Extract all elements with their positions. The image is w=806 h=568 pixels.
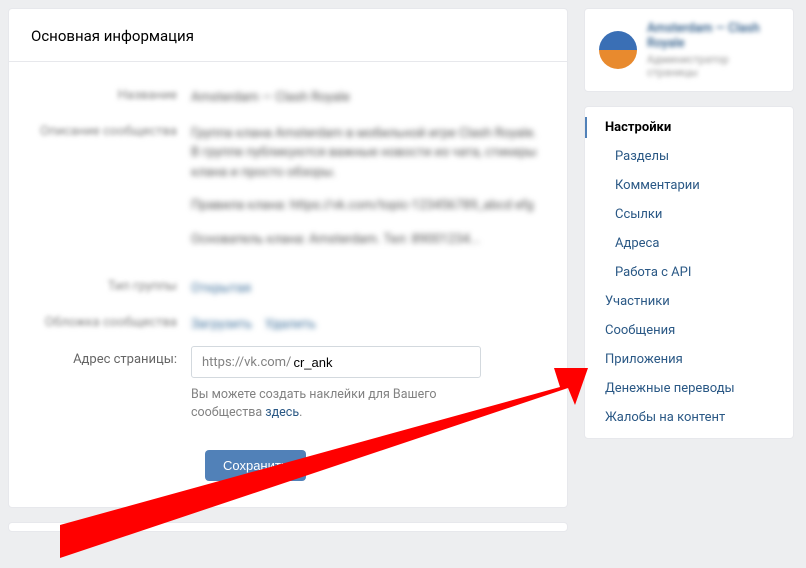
label-cover: Обложка сообщества [31,309,191,330]
value-address: https://vk.com/ Вы можете создать наклей… [191,346,545,422]
nav-settings[interactable]: Настройки [585,113,793,142]
save-button[interactable]: Сохранить [205,450,306,481]
settings-form: Название Amsterdam — Clash Royale Описан… [9,62,567,507]
main-settings-card: Основная информация Название Amsterdam —… [8,8,568,508]
nav-reports[interactable]: Жалобы на контент [585,403,793,432]
label-name: Название [31,82,191,103]
stickers-hint: Вы можете создать наклейки для Вашего со… [191,386,491,422]
nav-messages[interactable]: Сообщения [585,316,793,345]
community-profile-card[interactable]: Amsterdam — Clash Royale Администратор с… [584,8,794,92]
cover-upload-link[interactable]: Загрузить [191,317,252,332]
nav-sections[interactable]: Разделы [585,142,793,171]
value-name[interactable]: Amsterdam — Clash Royale [191,82,545,108]
url-slug-field[interactable] [293,347,480,377]
value-desc[interactable]: Группа клана Amsterdam в мобильной игре … [191,118,545,264]
nav-members[interactable]: Участники [585,287,793,316]
next-section-card-top [8,522,568,532]
settings-nav: Настройки Разделы Комментарии Ссылки Адр… [584,106,794,439]
page-title: Основная информация [9,9,567,62]
label-address: Адрес страницы: [31,346,191,367]
nav-apps[interactable]: Приложения [585,345,793,374]
nav-transfers[interactable]: Денежные переводы [585,374,793,403]
nav-comments[interactable]: Комментарии [585,171,793,200]
label-type: Тип группы [31,273,191,294]
cover-delete-link[interactable]: Удалить [265,317,316,332]
avatar [599,31,637,69]
nav-api[interactable]: Работа с API [585,258,793,287]
community-name: Amsterdam — Clash Royale [647,21,779,51]
nav-addresses[interactable]: Адреса [585,229,793,258]
value-type[interactable]: Открытая [191,273,545,299]
page-url-input[interactable]: https://vk.com/ [191,346,481,378]
community-role: Администратор страницы [647,53,779,79]
value-cover: Загрузить Удалить [191,309,545,335]
label-desc: Описание сообщества [31,118,191,139]
stickers-here-link[interactable]: здесь [265,405,299,420]
nav-links[interactable]: Ссылки [585,200,793,229]
url-prefix: https://vk.com/ [192,355,293,370]
